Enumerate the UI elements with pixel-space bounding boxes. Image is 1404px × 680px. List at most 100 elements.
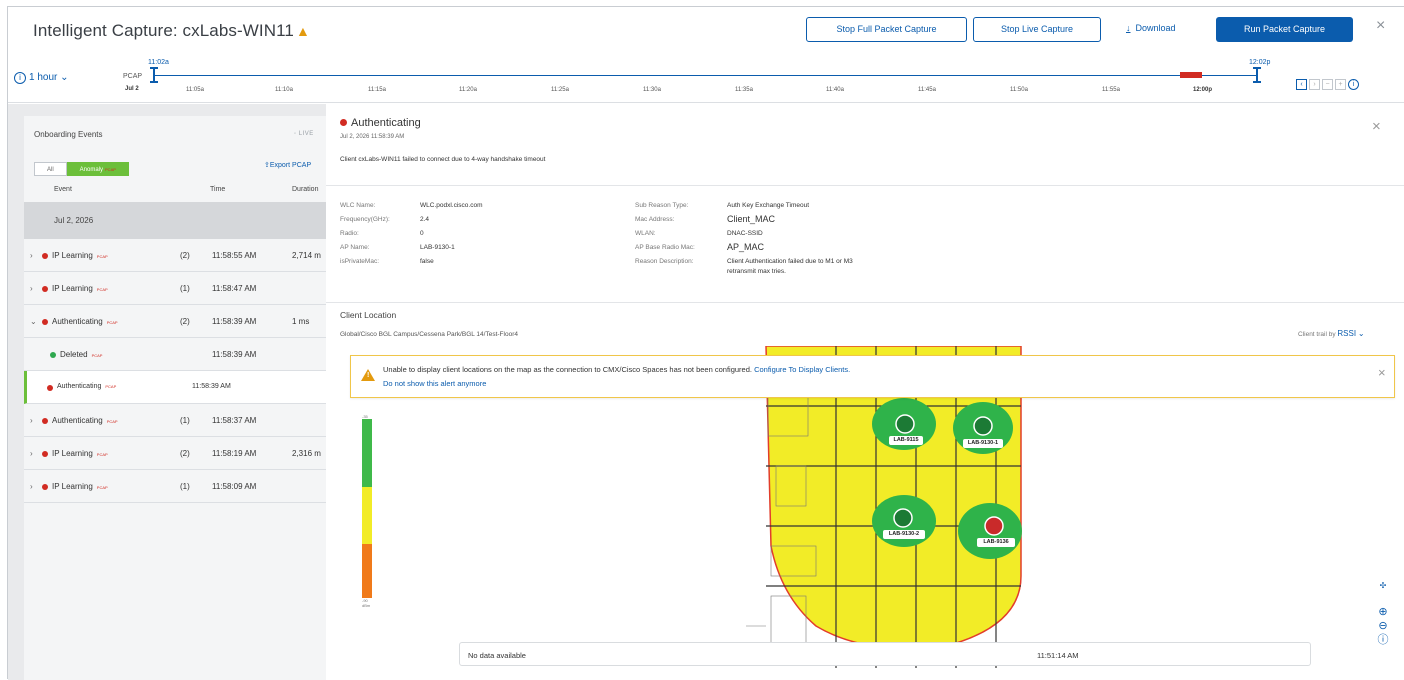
- stop-live-capture-button[interactable]: Stop Live Capture: [973, 17, 1101, 42]
- chevron-left-icon[interactable]: ‹: [1296, 79, 1307, 90]
- ap-label-lab-9130-2[interactable]: LAB-9130-2: [883, 531, 925, 537]
- field-label: AP Base Radio Mac:: [635, 244, 695, 251]
- field-value: 2.4: [420, 216, 430, 223]
- pcap-tag: PCAP: [96, 452, 108, 457]
- field-value: LAB-9130-1: [420, 244, 455, 251]
- filter-all-button[interactable]: All: [34, 162, 67, 176]
- date-group-row: Jul 2, 2026: [24, 202, 326, 239]
- run-packet-capture-button[interactable]: Run Packet Capture: [1216, 17, 1353, 42]
- cmx-alert-banner: ! Unable to display client locations on …: [350, 355, 1395, 398]
- client-location-title: Client Location: [340, 310, 397, 320]
- onboarding-events-panel: Onboarding Events ◦ LIVE All Anomaly PCAP …: [24, 116, 326, 680]
- close-icon[interactable]: ×: [1378, 365, 1386, 380]
- timeline-anomaly-marker[interactable]: [1180, 72, 1202, 78]
- event-row[interactable]: Deleted PCAP 11:58:39 AM: [24, 338, 326, 371]
- timeline: i1 hour ⌄ PCAP Jul 2 11:02a 12:02p 11:05…: [8, 55, 1404, 103]
- timeline-date: Jul 2: [125, 86, 139, 92]
- event-time: 11:58:09 AM: [212, 482, 257, 491]
- client-trail-select[interactable]: Client trail by RSSI ⌄: [1298, 329, 1365, 338]
- clock-icon: i: [14, 72, 26, 84]
- event-row[interactable]: › IP Learning PCAP (2) 11:58:55 AM 2,714 m: [24, 239, 326, 272]
- event-row[interactable]: Authenticating PCAP 11:58:39 AM: [24, 371, 326, 404]
- event-duration: 2,714 m: [292, 251, 321, 260]
- field-label: Sub Reason Type:: [635, 202, 689, 209]
- chevron-icon[interactable]: ›: [30, 251, 33, 260]
- field-label: Radio:: [340, 230, 359, 237]
- event-row[interactable]: ⌄ Authenticating PCAP (2) 11:58:39 AM 1 ms: [24, 305, 326, 338]
- ap-label-lab-9136[interactable]: LAB-9136: [977, 539, 1015, 545]
- event-row[interactable]: › IP Learning PCAP (1) 11:58:47 AM: [24, 272, 326, 305]
- event-filter: All Anomaly PCAP: [34, 158, 129, 176]
- chevron-icon[interactable]: ⌄: [30, 317, 37, 326]
- timeline-tick: 11:05a: [186, 87, 204, 93]
- field-value: AP_MAC: [727, 242, 765, 252]
- zoom-in-icon[interactable]: ⊕: [1376, 605, 1390, 619]
- event-count: (1): [180, 416, 190, 425]
- rssi-legend: -35 -90 dBm: [362, 414, 376, 614]
- chevron-right-icon[interactable]: ›: [1309, 79, 1320, 90]
- location-path: Global/Cisco BGL Campus/Cessena Park/BGL…: [340, 331, 518, 338]
- chevron-icon[interactable]: ›: [30, 416, 33, 425]
- export-pcap-link[interactable]: ⇪Export PCAP: [264, 161, 311, 169]
- field-value: false: [420, 258, 434, 265]
- event-time: 11:58:39 AM: [212, 317, 257, 326]
- ap-label-lab-9130-1[interactable]: LAB-9130-1: [963, 440, 1003, 446]
- live-indicator[interactable]: ◦ LIVE: [294, 131, 314, 137]
- event-row[interactable]: › IP Learning PCAP (2) 11:58:19 AM 2,316 m: [24, 437, 326, 470]
- ap-label-lab-9115[interactable]: LAB-9115: [889, 437, 923, 443]
- pcap-tag: PCAP: [106, 320, 118, 325]
- field-value: WLC.podxl.cisco.com: [420, 202, 483, 209]
- timeline-end-handle[interactable]: [1253, 67, 1261, 83]
- chevron-icon[interactable]: ›: [30, 284, 33, 293]
- chevron-icon[interactable]: ›: [30, 482, 33, 491]
- zoom-out-icon[interactable]: ⊖: [1376, 619, 1390, 633]
- event-duration: 1 ms: [292, 317, 310, 326]
- recenter-icon[interactable]: ✣: [1376, 579, 1390, 593]
- close-icon[interactable]: ×: [1376, 17, 1385, 35]
- filter-anomaly-button[interactable]: Anomaly PCAP: [66, 162, 129, 176]
- time-range-select[interactable]: i1 hour ⌄: [14, 72, 69, 84]
- no-data-label: No data available: [468, 651, 526, 660]
- app-window: Intelligent Capture: cxLabs-WIN11 ▲ Stop …: [7, 6, 1404, 680]
- field-label: WLC Name:: [340, 202, 376, 209]
- info-icon[interactable]: i: [1348, 79, 1359, 90]
- field-value: retransmit max tries.: [727, 268, 786, 275]
- info-icon[interactable]: ⓘ: [1376, 633, 1390, 647]
- zoom-in-icon[interactable]: +: [1335, 79, 1346, 90]
- timeline-tick: 11:40a: [826, 87, 844, 93]
- event-description: Client cxLabs-WIN11 failed to connect du…: [340, 156, 546, 163]
- stop-full-packet-capture-button[interactable]: Stop Full Packet Capture: [806, 17, 967, 42]
- pcap-label: PCAP: [123, 73, 143, 80]
- event-title: Authenticating: [340, 117, 421, 129]
- configure-link[interactable]: Configure To Display Clients.: [754, 365, 850, 374]
- field-label: AP Name:: [340, 244, 370, 251]
- field-value: Client_MAC: [727, 214, 776, 224]
- timeline-start-handle[interactable]: [150, 67, 158, 83]
- close-icon[interactable]: ×: [1372, 118, 1381, 135]
- hide-alert-link[interactable]: Do not show this alert anymore: [383, 379, 486, 388]
- event-date: Jul 2, 2026 11:58:39 AM: [340, 134, 405, 140]
- event-count: (2): [180, 251, 190, 260]
- timeline-tick: 11:30a: [643, 87, 661, 93]
- pcap-tag: PCAP: [106, 419, 118, 424]
- timeline-tick: 11:10a: [275, 87, 293, 93]
- timeline-tick: 11:15a: [368, 87, 386, 93]
- alert-message: Unable to display client locations on th…: [383, 365, 851, 374]
- status-dot: [42, 451, 48, 457]
- pcap-tag: PCAP: [96, 254, 108, 259]
- field-label: Frequency(GHz):: [340, 216, 390, 223]
- download-button[interactable]: ↓ Download: [1126, 23, 1176, 33]
- col-duration: Duration: [292, 186, 319, 193]
- warning-triangle-icon: !: [361, 369, 375, 381]
- field-value: Auth Key Exchange Timeout: [727, 202, 810, 209]
- zoom-out-icon[interactable]: −: [1322, 79, 1333, 90]
- event-row[interactable]: › Authenticating PCAP (1) 11:58:37 AM: [24, 404, 326, 437]
- event-row[interactable]: › IP Learning PCAP (1) 11:58:09 AM: [24, 470, 326, 503]
- field-value: Client Authentication failed due to M1 o…: [727, 258, 853, 265]
- chevron-icon[interactable]: ›: [30, 449, 33, 458]
- event-count: (2): [180, 449, 190, 458]
- field-value: 0: [420, 230, 424, 237]
- timeline-controls: ‹ › − + i: [1296, 73, 1361, 91]
- timeline-track[interactable]: [154, 75, 1258, 76]
- col-time: Time: [210, 186, 226, 193]
